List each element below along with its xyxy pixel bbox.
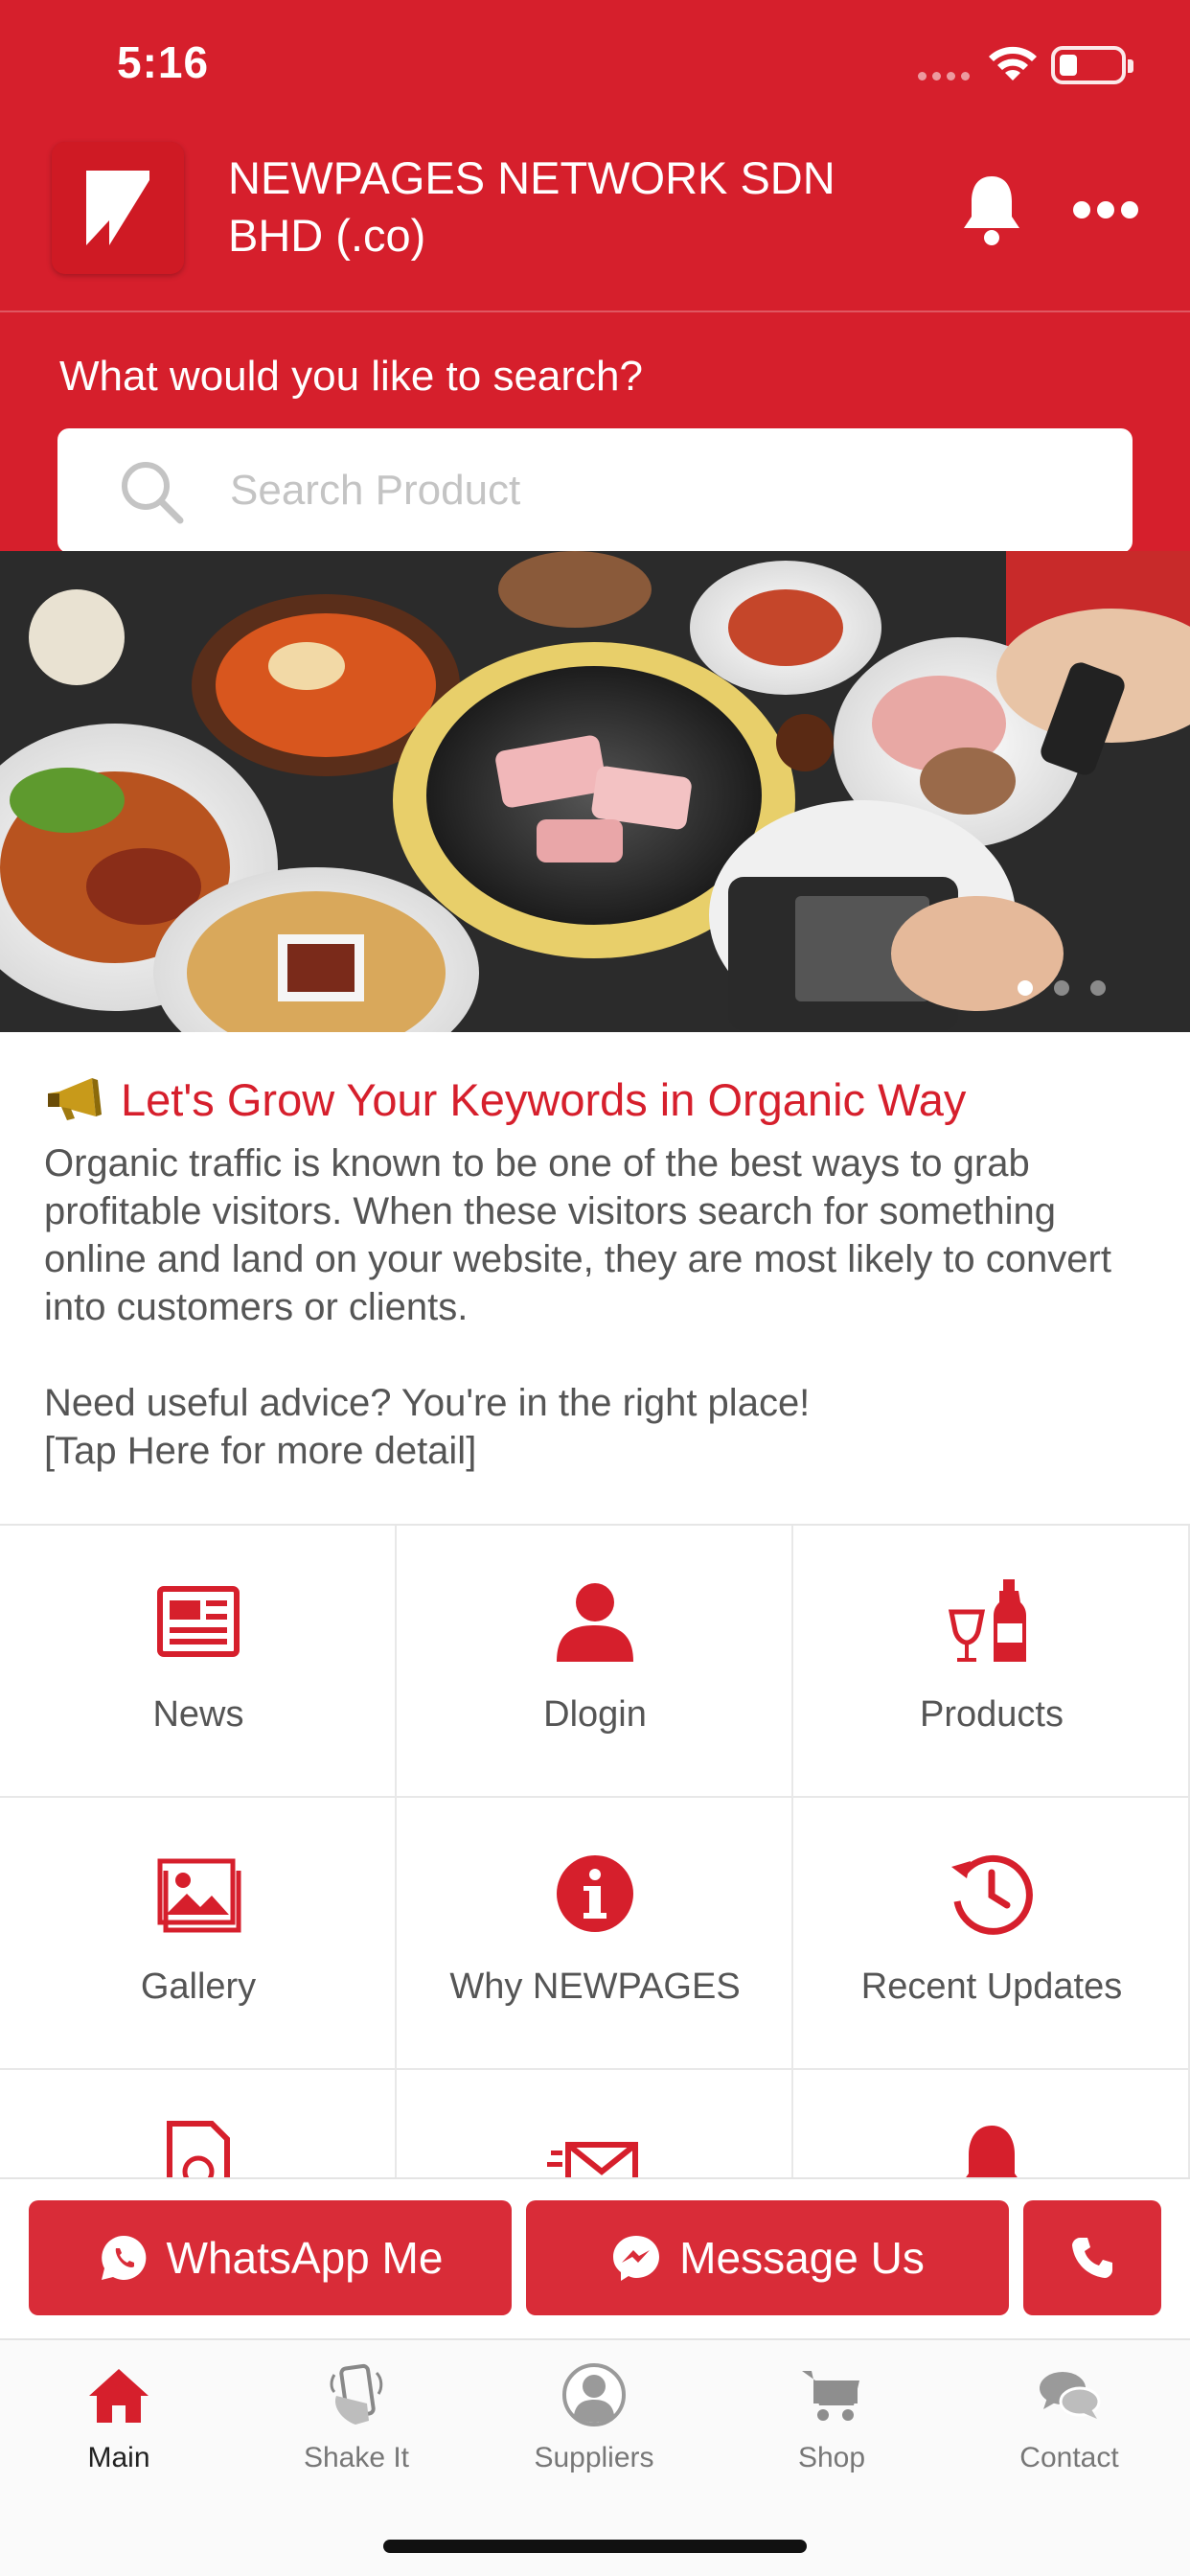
article-title: Let's Grow Your Keywords in Organic Way <box>121 1073 967 1125</box>
menu-item-label: Why NEWPAGES <box>449 1966 741 2007</box>
tab-label: Shake It <box>303 2442 410 2473</box>
send-mail-icon <box>547 2142 638 2177</box>
cellular-signal-icon <box>918 72 972 81</box>
app-header: NEWPAGES NETWORK SDN BHD (.co) <box>0 134 1190 312</box>
message-us-label: Message Us <box>679 2233 925 2283</box>
menu-item-why-newpages[interactable]: Why NEWPAGES <box>397 1798 793 2070</box>
image-icon <box>157 1858 241 1933</box>
call-button[interactable] <box>1023 2200 1161 2315</box>
phone-icon <box>1072 2238 1112 2278</box>
tab-shake-it[interactable]: Shake It <box>238 2361 475 2486</box>
home-indicator <box>383 2540 807 2553</box>
whatsapp-button[interactable]: WhatsApp Me <box>29 2200 512 2315</box>
carousel-dot-3[interactable] <box>1090 980 1106 996</box>
promo-article[interactable]: Let's Grow Your Keywords in Organic Way … <box>0 1032 1190 1526</box>
cart-icon <box>802 2371 859 2421</box>
carousel-dot-2[interactable] <box>1054 980 1069 996</box>
user-icon <box>557 1583 633 1662</box>
menu-grid: News Dlogin Products Gallery Why NEWPAGE… <box>0 1526 1190 2177</box>
menu-item-news[interactable]: News <box>0 1526 397 1798</box>
carousel-indicator[interactable] <box>1018 980 1106 996</box>
newspaper-icon <box>157 1586 240 1657</box>
menu-item-label: Dlogin <box>543 1694 647 1735</box>
menu-item-label: Gallery <box>140 1966 257 2007</box>
bottom-tab-bar: Main Shake It Suppliers Shop Contact <box>0 2338 1190 2576</box>
company-name: NEWPAGES NETWORK SDN BHD (.co) <box>228 152 835 261</box>
menu-item-label: Recent Updates <box>860 1966 1123 2007</box>
menu-item-gallery[interactable]: Gallery <box>0 1798 397 2070</box>
tab-label: Shop <box>797 2442 866 2473</box>
menu-item-partial-2[interactable] <box>397 2070 793 2177</box>
menu-item-dlogin[interactable]: Dlogin <box>397 1526 793 1798</box>
person-circle-icon <box>562 2363 626 2426</box>
battery-icon <box>1051 46 1133 84</box>
menu-item-partial-1[interactable] <box>0 2070 397 2177</box>
document-icon <box>167 2121 230 2177</box>
history-icon <box>951 1854 1033 1935</box>
menu-item-label: News <box>152 1694 244 1735</box>
message-us-button[interactable]: Message Us <box>526 2200 1009 2315</box>
company-logo[interactable] <box>52 142 184 274</box>
shake-phone-icon <box>330 2363 383 2425</box>
tab-label: Suppliers <box>534 2442 654 2473</box>
banner-carousel[interactable] <box>0 551 1190 1032</box>
wine-icon <box>948 1579 1026 1662</box>
menu-item-products[interactable]: Products <box>793 1526 1190 1798</box>
status-time: 5:16 <box>117 37 210 87</box>
bell-outline-icon <box>966 2126 1018 2177</box>
search-input[interactable] <box>230 453 1092 528</box>
tab-shop[interactable]: Shop <box>713 2361 950 2486</box>
whatsapp-icon <box>101 2235 146 2280</box>
top-header-area: 5:16 NEWPAGES NETWORK SDN BHD (.co) What… <box>0 0 1190 553</box>
food-banner-image <box>0 551 1190 1032</box>
search-label: What would you like to search? <box>59 353 643 400</box>
home-icon <box>89 2369 149 2423</box>
search-box[interactable] <box>57 428 1133 553</box>
more-options-icon[interactable] <box>1073 201 1138 222</box>
bell-icon[interactable] <box>958 171 1025 247</box>
tab-suppliers[interactable]: Suppliers <box>475 2361 713 2486</box>
info-icon <box>557 1855 633 1932</box>
article-title-row: Let's Grow Your Keywords in Organic Way <box>44 1069 1146 1130</box>
menu-item-partial-3[interactable] <box>793 2070 1190 2177</box>
search-icon <box>122 462 184 524</box>
messenger-icon <box>613 2236 660 2281</box>
tab-label: Main <box>87 2442 150 2473</box>
status-bar: 5:16 <box>0 0 1190 134</box>
carousel-dot-1[interactable] <box>1018 980 1033 996</box>
megaphone-icon <box>48 1078 102 1120</box>
article-body: Organic traffic is known to be one of th… <box>44 1142 1111 1472</box>
menu-item-label: Products <box>920 1694 1064 1735</box>
tab-contact[interactable]: Contact <box>950 2361 1188 2486</box>
menu-item-recent-updates[interactable]: Recent Updates <box>793 1798 1190 2070</box>
tab-main[interactable]: Main <box>0 2361 238 2486</box>
chat-bubbles-icon <box>1040 2372 1101 2419</box>
tab-label: Contact <box>1019 2442 1119 2473</box>
whatsapp-label: WhatsApp Me <box>166 2233 444 2283</box>
wifi-icon <box>989 46 1037 80</box>
action-bar: WhatsApp Me Message Us <box>0 2177 1190 2338</box>
